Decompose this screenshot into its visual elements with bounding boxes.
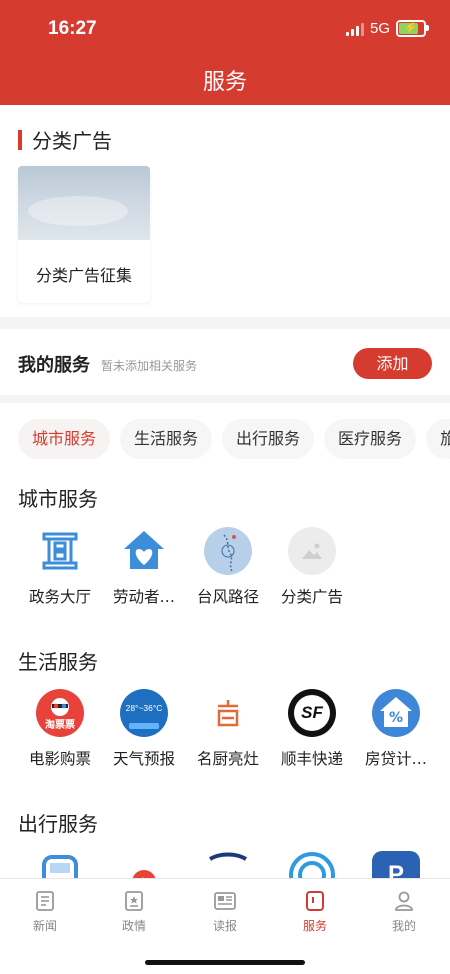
my-services-title: 我的服务 (18, 355, 90, 376)
service-item-sf-express[interactable]: SF 顺丰快递 (270, 689, 354, 769)
service-item-baidu-map[interactable]: du (102, 851, 186, 878)
service-item-classified-ads[interactable]: 分类广告 (270, 527, 354, 607)
parking-badge-text: P (387, 861, 404, 878)
section-accent-bar (18, 129, 22, 150)
ad-tile[interactable]: 分类广告征集 (18, 166, 150, 303)
service-label: 劳动者… (112, 588, 175, 606)
tabbar-label: 新闻 (32, 919, 57, 933)
city-services-grid: 政务大厅 劳动者… 台风路径 分类广告 (18, 527, 354, 607)
service-item-weather[interactable]: 28°~36°C 天气预报 (102, 689, 186, 769)
page-title: 服务 (202, 70, 247, 95)
profile-icon (392, 889, 416, 913)
sf-express-icon: SF (288, 689, 336, 737)
service-label: 名厨亮灶 (196, 750, 259, 768)
service-item-worker[interactable]: 劳动者… (102, 527, 186, 607)
mortgage-house-icon: % (372, 689, 420, 737)
tabbar-item-profile[interactable]: 我的 (374, 889, 434, 934)
tabbar-label: 政情 (121, 919, 146, 933)
group-title-travel: 出行服务 (18, 812, 98, 836)
tabbar-label: 读报 (212, 919, 237, 933)
service-item-bus[interactable] (18, 851, 102, 878)
tabbar-item-service[interactable]: 服务 (285, 889, 345, 934)
government-hall-icon (36, 527, 84, 575)
ad-section-title: 分类广告 (32, 129, 112, 153)
tabbar-item-newspaper[interactable]: 读报 (195, 889, 255, 934)
newspaper-icon (213, 889, 237, 913)
service-label: 台风路径 (196, 588, 259, 606)
mortgage-badge-text: % (388, 710, 404, 726)
government-info-icon (122, 889, 146, 913)
services-catalog: 城市服务 生活服务 出行服务 医疗服务 旅 城市服务 政务大厅 劳动者… 台风路… (0, 403, 450, 878)
group-title-city: 城市服务 (18, 487, 98, 511)
ad-tile-label: 分类广告征集 (35, 266, 132, 285)
sf-badge-text: SF (301, 703, 323, 722)
service-item-chef-kitchen[interactable]: 名厨亮灶 (186, 689, 270, 769)
ad-image (18, 166, 150, 240)
weather-badge-text: 28°~36°C (125, 703, 163, 713)
tabbar-label: 我的 (391, 919, 416, 933)
tabbar-item-government[interactable]: 政情 (104, 889, 164, 934)
my-services-hint: 暂未添加相关服务 (101, 359, 198, 373)
service-item-government-hall[interactable]: 政务大厅 (18, 527, 102, 607)
status-time: 16:27 (48, 18, 97, 39)
kitchen-icon (204, 689, 252, 737)
parking-icon: P (372, 851, 420, 878)
baidu-map-icon: du (120, 851, 168, 878)
category-tabs: 城市服务 生活服务 出行服务 医疗服务 旅 (18, 419, 450, 459)
tab-city-services[interactable]: 城市服务 (18, 419, 111, 459)
weather-icon: 28°~36°C (120, 689, 168, 737)
service-label: 房贷计… (364, 750, 427, 768)
service-label: 分类广告 (280, 588, 343, 606)
group-title-life: 生活服务 (18, 650, 98, 674)
service-item-parking[interactable]: P (354, 851, 438, 878)
worker-heart-home-icon (120, 527, 168, 575)
service-label: 政务大厅 (28, 588, 91, 606)
ad-section-header: 分类广告 (18, 125, 112, 154)
status-icons: 5G ⚡ (345, 20, 429, 37)
service-item-typhoon[interactable]: 台风路径 (186, 527, 270, 607)
train-icon (204, 851, 252, 878)
life-services-grid: 淘票票 电影购票 28°~36°C 天气预报 名厨亮灶 SF 顺丰快递 % 房贷… (18, 689, 438, 769)
service-item-mortgage[interactable]: % 房贷计… (354, 689, 438, 769)
image-placeholder-icon (288, 527, 336, 575)
gas-station-icon (288, 851, 336, 878)
service-label: 天气预报 (112, 750, 175, 768)
service-icon (303, 889, 327, 913)
news-icon (33, 889, 57, 913)
service-item-gas-station[interactable] (270, 851, 354, 878)
app-header: 16:27 5G ⚡ 服务 (0, 0, 450, 105)
service-label: 顺丰快递 (280, 750, 343, 768)
tabbar-item-news[interactable]: 新闻 (15, 889, 75, 934)
tab-medical-services[interactable]: 医疗服务 (324, 419, 417, 459)
add-service-button[interactable]: 添加 (353, 348, 432, 379)
travel-services-grid: du P (18, 851, 438, 878)
ad-section: 分类广告 分类广告征集 (0, 105, 450, 317)
taopiaopiao-icon: 淘票票 (36, 689, 84, 737)
tabbar-label: 服务 (302, 919, 327, 933)
signal-icon (345, 22, 364, 36)
network-label: 5G (369, 20, 390, 37)
my-services-section: 我的服务 暂未添加相关服务 添加 (0, 329, 450, 395)
movie-badge-text: 淘票票 (45, 720, 75, 731)
tab-travel-services[interactable]: 出行服务 (222, 419, 315, 459)
typhoon-map-icon (204, 527, 252, 575)
service-label: 电影购票 (28, 750, 91, 768)
tab-life-services[interactable]: 生活服务 (120, 419, 213, 459)
battery-charging-icon: ⚡ (396, 20, 429, 37)
service-item-train[interactable] (186, 851, 270, 878)
home-indicator[interactable] (145, 960, 305, 965)
tab-travel-tourism[interactable]: 旅 (426, 419, 450, 459)
service-item-movie-tickets[interactable]: 淘票票 电影购票 (18, 689, 102, 769)
bus-icon (36, 851, 84, 878)
